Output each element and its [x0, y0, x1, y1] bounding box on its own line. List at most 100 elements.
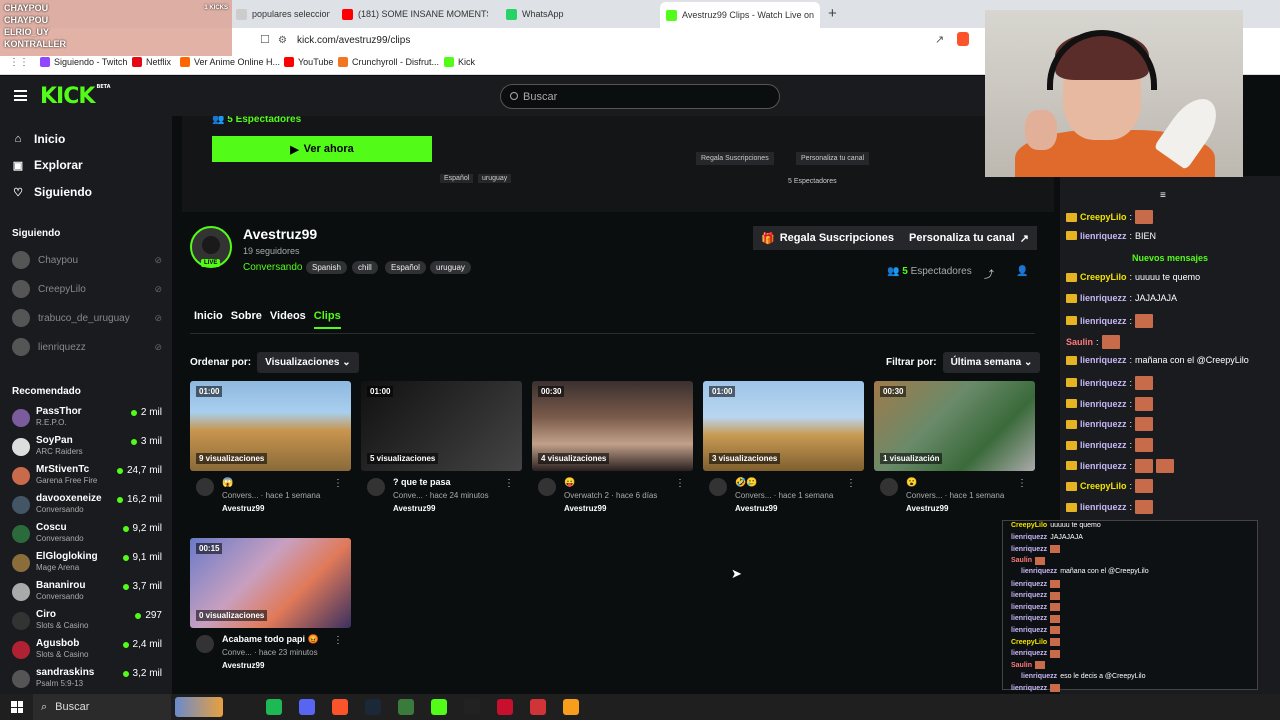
- chat-username[interactable]: lienriquezz: [1080, 293, 1127, 303]
- following-item[interactable]: lienriquezz ⊘: [12, 338, 162, 356]
- url-field[interactable]: ⚙ kick.com/avestruz99/clips: [278, 31, 978, 50]
- clip-thumbnail[interactable]: 00:30 1 visualización: [874, 381, 1035, 471]
- avatar[interactable]: [880, 478, 898, 496]
- clip-thumbnail[interactable]: 01:00 3 visualizaciones: [703, 381, 864, 471]
- taskbar-app-icon[interactable]: [464, 699, 480, 715]
- clip-thumbnail[interactable]: 01:00 9 visualizaciones: [190, 381, 351, 471]
- clip-card[interactable]: 00:30 4 visualizaciones 😛 Overwatch 2 · hac…: [532, 381, 693, 516]
- watch-now-button[interactable]: ▶ Ver ahora: [212, 136, 432, 162]
- chat-username[interactable]: CreepyLilo: [1080, 481, 1127, 491]
- avatar[interactable]: [196, 478, 214, 496]
- taskbar-app-icon[interactable]: [431, 699, 447, 715]
- clip-title[interactable]: Acabame todo papi 😡: [222, 634, 332, 645]
- tag-spanish[interactable]: Spanish: [306, 261, 347, 274]
- avatar[interactable]: [538, 478, 556, 496]
- tab-clips[interactable]: Clips: [313, 310, 341, 329]
- customize-channel-button[interactable]: Personaliza tu canal ↗: [901, 226, 1037, 250]
- chat-username[interactable]: CreepyLilo: [1080, 272, 1127, 282]
- recommended-item[interactable]: Ciro Slots & Casino 297: [12, 609, 162, 633]
- clip-title[interactable]: 🤣🥲: [735, 477, 845, 488]
- recommended-item[interactable]: davooxeneize Conversando 16,2 mil: [12, 493, 162, 517]
- more-options-icon[interactable]: ⋮: [846, 478, 856, 489]
- chat-username[interactable]: lienriquezz: [1080, 461, 1127, 471]
- taskbar-app-icon[interactable]: [266, 699, 282, 715]
- clip-author[interactable]: Avestruz99: [564, 504, 606, 513]
- taskbar-search[interactable]: ⌕ Buscar: [33, 694, 171, 720]
- browser-tab[interactable]: (181) SOME INSANE MOMENTS FRO: [336, 4, 488, 24]
- more-options-icon[interactable]: ⋮: [504, 478, 514, 489]
- nav-inicio[interactable]: ⌂ Inicio: [12, 132, 66, 146]
- share-icon[interactable]: ↗: [935, 33, 944, 46]
- browser-tab[interactable]: WhatsApp: [500, 4, 650, 24]
- clip-thumbnail[interactable]: 00:30 4 visualizaciones: [532, 381, 693, 471]
- clip-author[interactable]: Avestruz99: [906, 504, 948, 513]
- recommended-item[interactable]: Agusbob Slots & Casino 2,4 mil: [12, 638, 162, 662]
- clip-title[interactable]: 😛: [564, 477, 674, 488]
- clip-thumbnail[interactable]: 00:15 0 visualizaciones: [190, 538, 351, 628]
- chat-username[interactable]: Saulin: [1066, 337, 1093, 347]
- brave-shield-icon[interactable]: [957, 32, 969, 46]
- clip-card[interactable]: 01:00 5 visualizaciones ? que te pasa Conve…: [361, 381, 522, 516]
- taskbar-app-icon[interactable]: [299, 699, 315, 715]
- channel-category[interactable]: Conversando: [243, 262, 302, 273]
- kick-logo[interactable]: KICK BETA: [40, 84, 111, 109]
- clip-title[interactable]: 😮: [906, 477, 1016, 488]
- tag-espanol[interactable]: Español: [385, 261, 426, 274]
- tag-uruguay[interactable]: uruguay: [430, 261, 471, 274]
- nav-explorar[interactable]: ▣ Explorar: [12, 158, 83, 172]
- taskbar-app-icon[interactable]: [563, 699, 579, 715]
- more-options-icon[interactable]: ⋮: [675, 478, 685, 489]
- bookmark-item[interactable]: Kick: [444, 57, 475, 67]
- chat-username[interactable]: lienriquezz: [1080, 378, 1127, 388]
- clip-card[interactable]: 01:00 3 visualizaciones 🤣🥲 Convers... · hac…: [703, 381, 864, 516]
- taskbar-app-icon[interactable]: [332, 699, 348, 715]
- chat-username[interactable]: lienriquezz: [1080, 231, 1127, 241]
- tab-sobre[interactable]: Sobre: [231, 310, 262, 329]
- tab-inicio[interactable]: Inicio: [194, 310, 223, 329]
- recommended-item[interactable]: ElGlogloking Mage Arena 9,1 mil: [12, 551, 162, 575]
- taskbar-app-icon[interactable]: [175, 697, 223, 717]
- tag-chill[interactable]: chill: [352, 261, 378, 274]
- chat-username[interactable]: lienriquezz: [1080, 419, 1127, 429]
- taskbar-app-icon[interactable]: [398, 699, 414, 715]
- site-info-icon[interactable]: ⚙: [278, 35, 287, 46]
- recommended-item[interactable]: sandraskins Psalm 5:9-13 3,2 mil: [12, 667, 162, 691]
- clip-card[interactable]: 01:00 9 visualizaciones 😱 Convers... · hace…: [190, 381, 351, 516]
- avatar[interactable]: [196, 635, 214, 653]
- apps-grid-icon[interactable]: ⋮⋮: [9, 57, 29, 68]
- sort-dropdown[interactable]: Visualizaciones ⌄: [257, 352, 359, 373]
- browser-tab[interactable]: Avestruz99 Clips - Watch Live on ✕: [660, 2, 820, 28]
- bookmark-item[interactable]: YouTube: [284, 57, 333, 67]
- more-options-icon[interactable]: ⋮: [1017, 478, 1027, 489]
- channel-name[interactable]: Avestruz99: [243, 226, 317, 242]
- nav-siguiendo[interactable]: ♡ Siguiendo: [12, 185, 92, 199]
- chat-username[interactable]: lienriquezz: [1080, 355, 1127, 365]
- clip-author[interactable]: Avestruz99: [393, 504, 435, 513]
- search-input[interactable]: Buscar: [500, 84, 780, 109]
- recommended-item[interactable]: Bananirou Conversando 3,7 mil: [12, 580, 162, 604]
- clip-title[interactable]: 😱: [222, 477, 332, 488]
- taskbar-app-icon[interactable]: [530, 699, 546, 715]
- clip-author[interactable]: Avestruz99: [222, 661, 264, 670]
- recommended-item[interactable]: Coscu Conversando 9,2 mil: [12, 522, 162, 546]
- following-item[interactable]: CreepyLilo ⊘: [12, 280, 162, 298]
- stream-preview[interactable]: 👥 5 Espectadores ▶ Ver ahora Regala Suscr…: [182, 116, 1054, 212]
- clip-card[interactable]: 00:30 1 visualización 😮 Convers... · hace 1…: [874, 381, 1035, 516]
- chat-username[interactable]: lienriquezz: [1080, 399, 1127, 409]
- browser-tab[interactable]: populares seleccionado: [230, 4, 330, 24]
- taskbar-app-icon[interactable]: [497, 699, 513, 715]
- clip-card[interactable]: 00:15 0 visualizaciones Acabame todo papi …: [190, 538, 351, 673]
- follow-user-icon[interactable]: 👤: [1016, 266, 1028, 277]
- windows-start-icon[interactable]: [11, 701, 23, 713]
- taskbar-app-icon[interactable]: [365, 699, 381, 715]
- avatar[interactable]: [367, 478, 385, 496]
- recommended-item[interactable]: MrStivenTc Garena Free Fire 24,7 mil: [12, 464, 162, 488]
- chat-username[interactable]: lienriquezz: [1080, 502, 1127, 512]
- filter-dropdown[interactable]: Última semana ⌄: [942, 352, 1041, 373]
- following-item[interactable]: Chaypou ⊘: [12, 251, 162, 269]
- chat-filter-icon[interactable]: ≡: [1160, 190, 1166, 201]
- recommended-item[interactable]: PassThor R.E.P.O. 2 mil: [12, 406, 162, 430]
- clip-thumbnail[interactable]: 01:00 5 visualizaciones: [361, 381, 522, 471]
- chat-username[interactable]: lienriquezz: [1080, 440, 1127, 450]
- chat-username[interactable]: lienriquezz: [1080, 316, 1127, 326]
